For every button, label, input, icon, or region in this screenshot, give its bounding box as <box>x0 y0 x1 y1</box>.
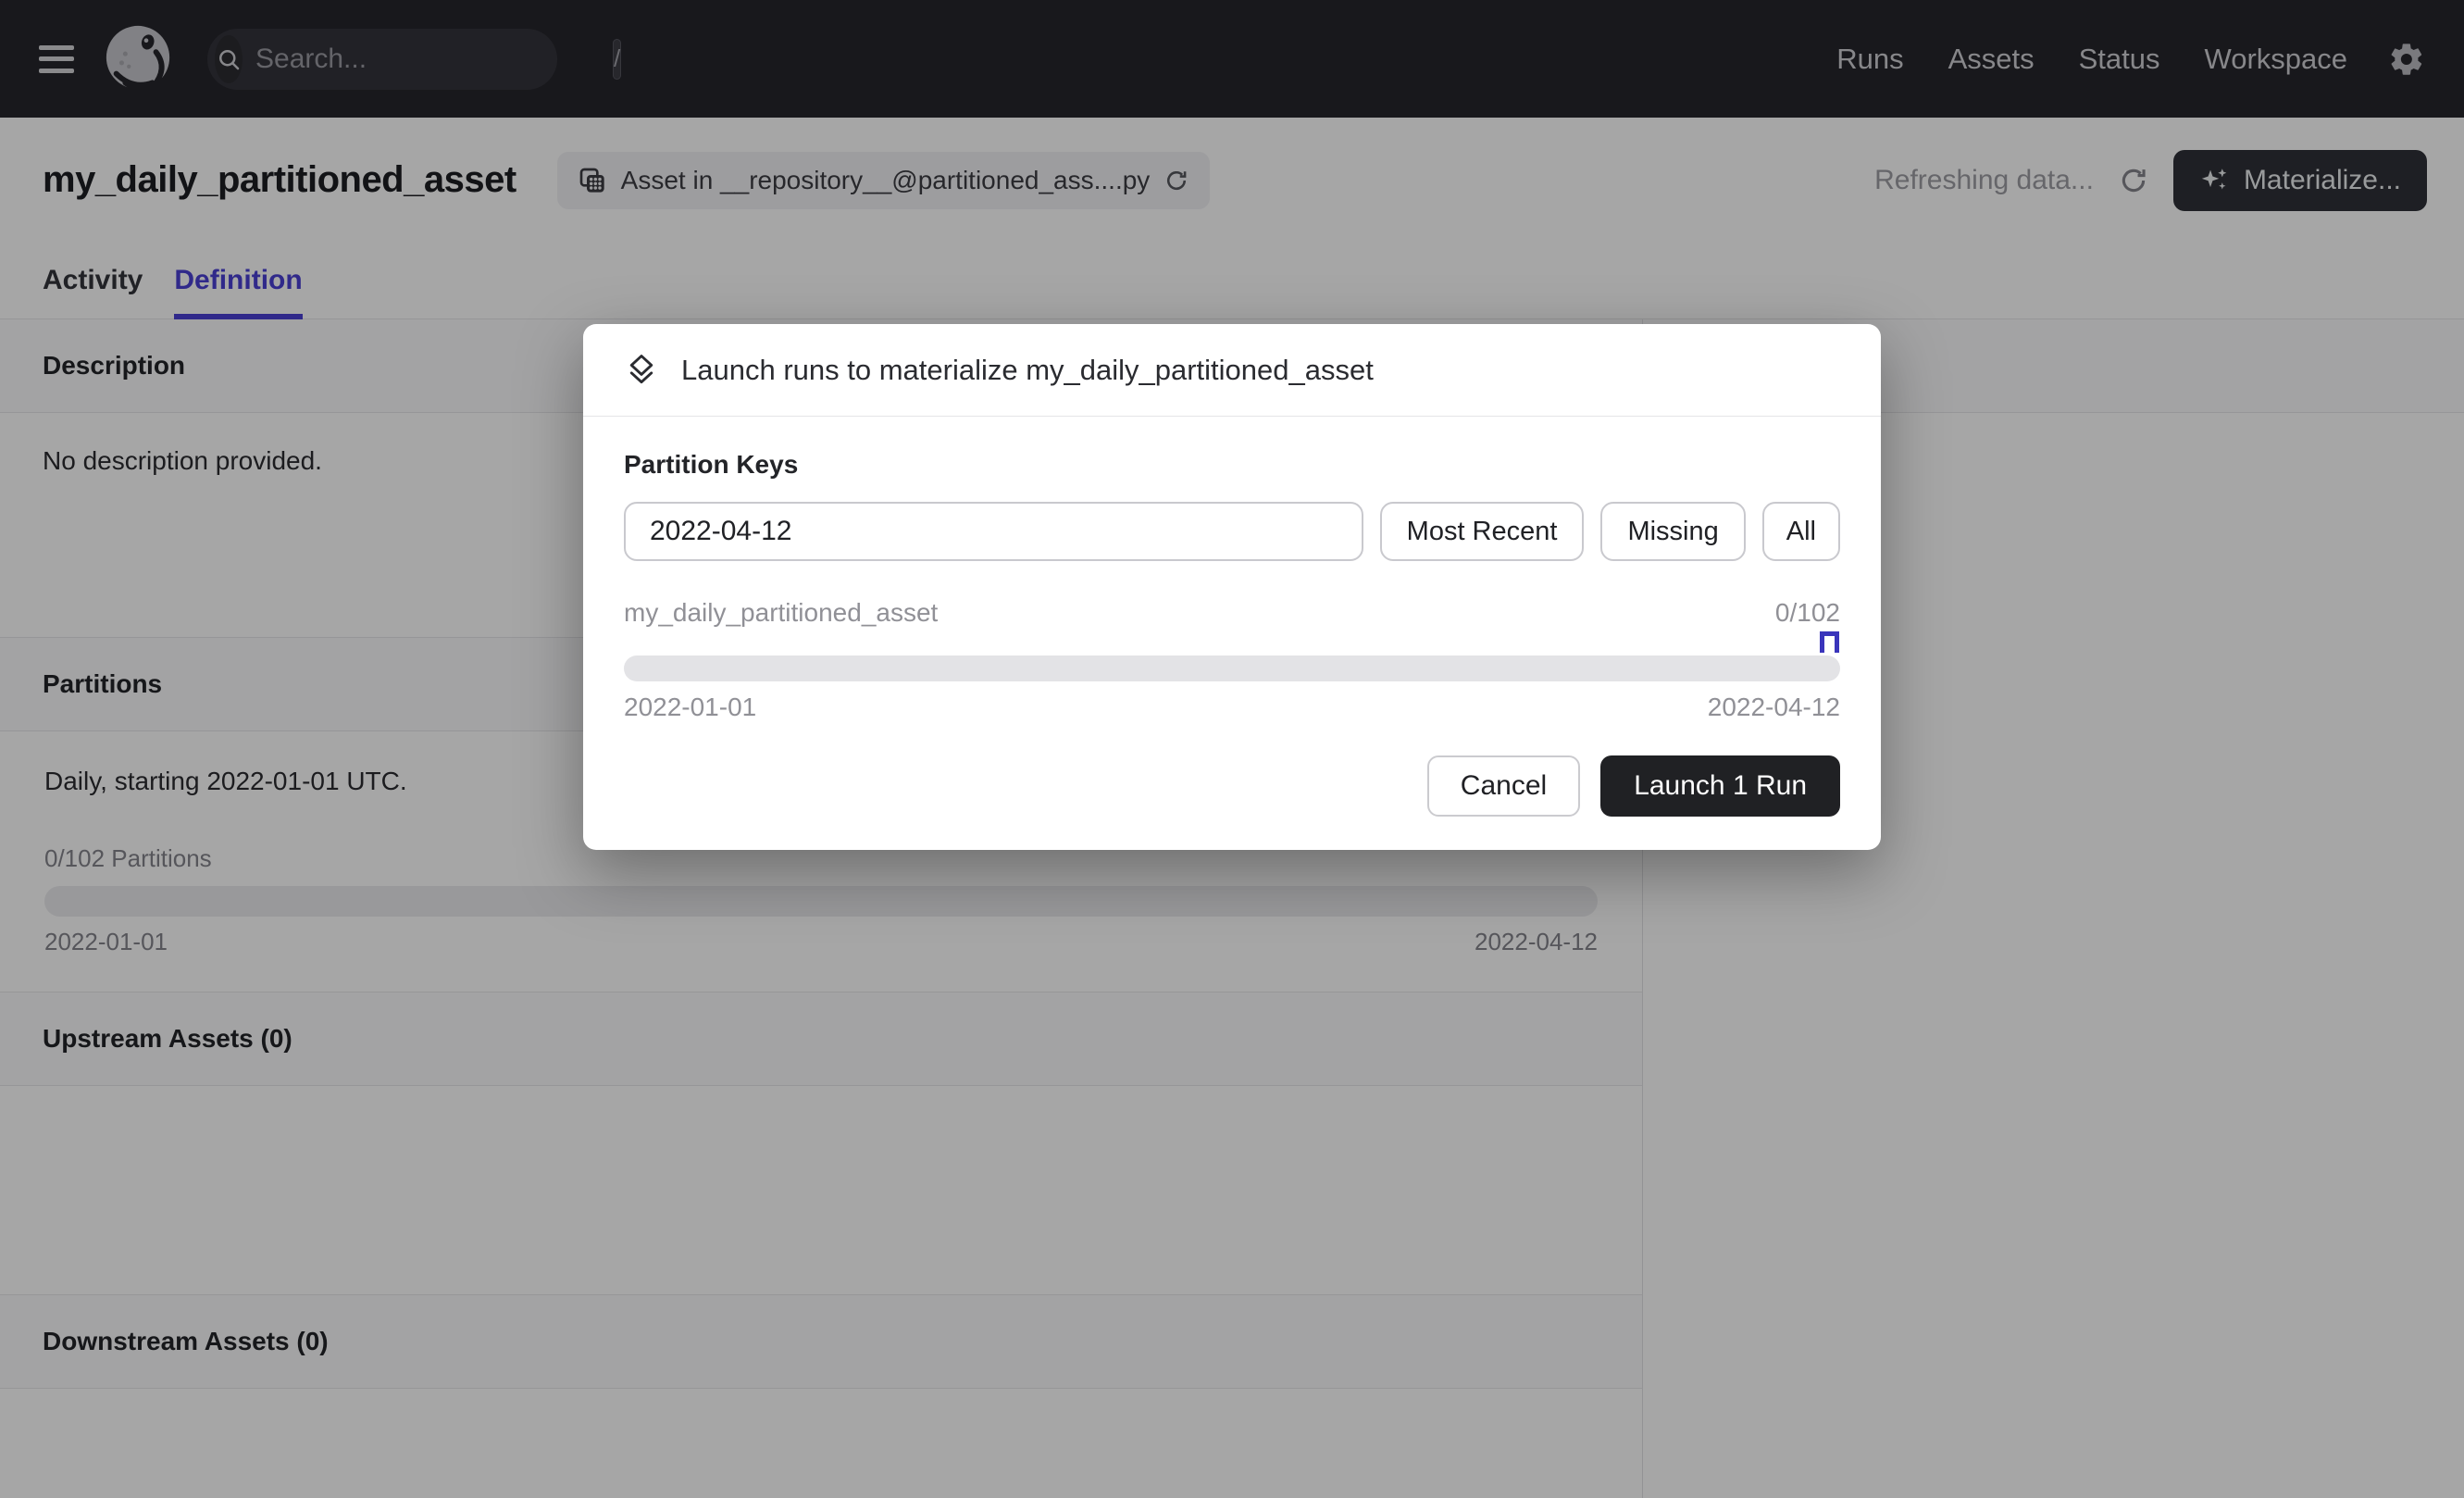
dialog-footer: Cancel Launch 1 Run <box>583 755 1881 850</box>
app-screen: / Runs Assets Status Workspace my_daily_… <box>0 0 2464 1498</box>
dialog-progress-bar <box>624 655 1840 681</box>
dialog-body: Partition Keys Most Recent Missing All m… <box>583 417 1881 722</box>
partition-keys-row: Most Recent Missing All <box>624 502 1840 561</box>
partition-keys-input[interactable] <box>624 502 1363 561</box>
materialize-dialog: Launch runs to materialize my_daily_part… <box>583 324 1881 850</box>
partition-keys-label: Partition Keys <box>624 450 1840 480</box>
dialog-partition-count: 0/102 <box>1775 598 1840 628</box>
dialog-title: Launch runs to materialize my_daily_part… <box>681 354 1374 387</box>
filter-most-recent-button[interactable]: Most Recent <box>1380 502 1585 561</box>
dialog-range-start: 2022-01-01 <box>624 693 756 722</box>
dialog-partition-progress: my_daily_partitioned_asset 0/102 2022-01… <box>624 598 1840 722</box>
dialog-range-end: 2022-04-12 <box>1708 693 1840 722</box>
cancel-button[interactable]: Cancel <box>1427 755 1580 817</box>
filter-missing-button[interactable]: Missing <box>1600 502 1745 561</box>
layers-icon <box>624 353 659 388</box>
dialog-header: Launch runs to materialize my_daily_part… <box>583 324 1881 417</box>
dialog-asset-name: my_daily_partitioned_asset <box>624 598 938 628</box>
launch-run-button[interactable]: Launch 1 Run <box>1600 755 1840 817</box>
selected-partition-marker <box>1820 631 1839 653</box>
selection-marker-row <box>624 628 1840 655</box>
filter-all-button[interactable]: All <box>1762 502 1840 561</box>
